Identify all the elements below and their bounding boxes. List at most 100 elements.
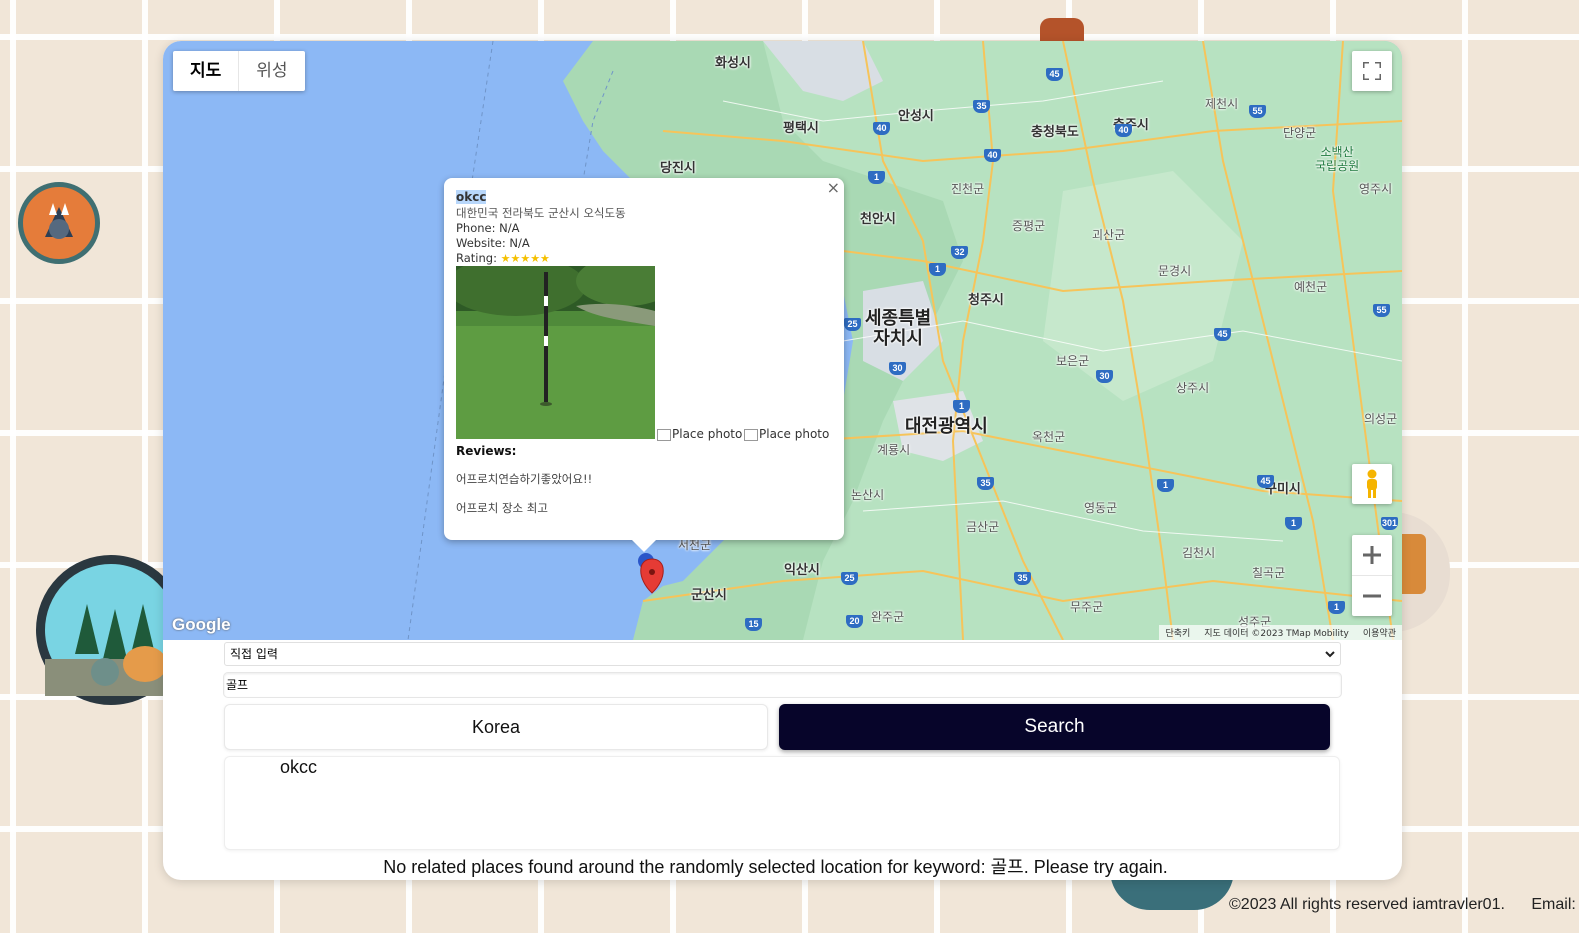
city-label: 화성시 xyxy=(715,56,751,71)
highway-shield-icon: 35 xyxy=(973,100,990,113)
highway-shield-icon: 45 xyxy=(1046,68,1063,81)
city-label: 익산시 xyxy=(784,563,820,578)
minus-icon xyxy=(1363,594,1381,598)
street-view-pegman[interactable] xyxy=(1352,464,1392,504)
city-label: 금산군 xyxy=(966,520,1000,534)
city-label: 무주군 xyxy=(1070,600,1104,614)
copyright-text: ©2023 All rights reserved iamtravler01. xyxy=(1229,896,1505,913)
city-label: 문경시 xyxy=(1158,264,1192,278)
sejong-label: 세종특별 자치시 xyxy=(865,308,932,349)
map-attribution: 단축키 지도 데이터 ©2023 TMap Mobility 이용약관 xyxy=(1159,625,1402,640)
highway-shield-icon: 1 xyxy=(1328,601,1345,614)
photo-placeholder-1[interactable]: Place photo xyxy=(657,427,742,441)
zoom-control xyxy=(1352,535,1392,616)
highway-shield-icon: 40 xyxy=(1115,124,1132,137)
city-label: 단양군 xyxy=(1283,126,1317,140)
highway-shield-icon: 30 xyxy=(1096,370,1113,383)
city-label: 완주군 xyxy=(871,610,905,624)
fullscreen-button[interactable] xyxy=(1352,51,1392,91)
highway-shield-icon: 25 xyxy=(841,572,858,585)
city-label: 영동군 xyxy=(1084,501,1118,515)
highway-shield-icon: 20 xyxy=(846,615,863,628)
city-label: 보은군 xyxy=(1056,354,1090,368)
highway-shield-icon: 45 xyxy=(1214,328,1231,341)
city-label: 김천시 xyxy=(1182,546,1216,560)
highway-shield-icon: 35 xyxy=(977,477,994,490)
place-phone: Phone: N/A xyxy=(456,221,520,235)
city-label: 증평군 xyxy=(1012,219,1046,233)
city-label: 괴산군 xyxy=(1092,228,1126,242)
highway-shield-icon: 1 xyxy=(929,263,946,276)
daejeon-label: 대전광역시 xyxy=(905,416,988,437)
reviews-label: Reviews: xyxy=(456,444,517,458)
place-address: 대한민국 전라북도 군산시 오식도동 xyxy=(456,206,626,220)
keyword-input[interactable]: 골프 xyxy=(223,672,1342,698)
search-button[interactable]: Search xyxy=(779,704,1330,750)
map-type-control[interactable]: 지도 위성 xyxy=(173,51,305,91)
city-label: 칠곡군 xyxy=(1252,566,1286,580)
city-label: 상주시 xyxy=(1176,381,1210,395)
city-label: 진천군 xyxy=(951,182,985,196)
place-photo[interactable] xyxy=(456,266,655,439)
highway-shield-icon: 15 xyxy=(745,618,762,631)
plus-icon xyxy=(1363,546,1381,564)
city-label: 옥천군 xyxy=(1032,430,1066,444)
review-2: 어프로치 장소 최고 xyxy=(456,501,548,515)
highway-shield-icon: 55 xyxy=(1373,304,1390,317)
city-label: 논산시 xyxy=(851,488,885,502)
city-label: 충청북도 xyxy=(1031,125,1079,140)
highway-shield-icon: 30 xyxy=(889,362,906,375)
place-website: Website: N/A xyxy=(456,236,530,250)
email-text[interactable]: Email: ia xyxy=(1531,896,1579,913)
fox-icon xyxy=(45,203,73,239)
highway-shield-icon: 1 xyxy=(953,400,970,413)
category-select[interactable]: 직접 입력 xyxy=(224,642,1341,666)
terms-link[interactable]: 이용약관 xyxy=(1363,626,1396,639)
map-type-roadmap[interactable]: 지도 xyxy=(173,51,240,91)
highway-shield-icon: 40 xyxy=(984,149,1001,162)
fox-camp-sticker xyxy=(18,182,100,264)
footer: ©2023 All rights reserved iamtravler01. … xyxy=(1229,896,1579,914)
city-label: 평택시 xyxy=(783,121,819,136)
sobaeksan-park-label: 소백산 국립공원 xyxy=(1315,145,1360,173)
photo-placeholder-2[interactable]: Place photo xyxy=(744,427,829,441)
rating-stars-icon: ★★★★★ xyxy=(500,252,550,265)
status-message: No related places found around the rando… xyxy=(383,857,1168,877)
city-label: 천안시 xyxy=(860,212,896,227)
city-label: 의성군 xyxy=(1364,412,1398,426)
highway-shield-icon: 35 xyxy=(1014,572,1031,585)
zoom-in-button[interactable] xyxy=(1352,535,1392,576)
review-1: 어프로치연습하기좋았어요!! xyxy=(456,472,593,486)
highway-shield-icon: 40 xyxy=(873,122,890,135)
info-window: × okcc 대한민국 전라북도 군산시 오식도동 Phone: N/A Web… xyxy=(444,178,844,552)
fullscreen-icon xyxy=(1363,62,1381,80)
category-select-value: 직접 입력 xyxy=(230,647,278,661)
rating-label: Rating: xyxy=(456,251,497,265)
google-map[interactable]: 지도 위성 화성시평택시안성시충청북도충주시제천시단양군당진시진천군 xyxy=(163,41,1402,640)
result-item[interactable]: okcc xyxy=(280,757,317,778)
results-list: okcc xyxy=(224,756,1340,850)
city-label: 영주시 xyxy=(1359,182,1393,196)
highway-shield-icon: 32 xyxy=(951,246,968,259)
close-icon[interactable]: × xyxy=(827,178,840,197)
highway-shield-icon: 1 xyxy=(868,171,885,184)
google-logo: Google xyxy=(172,615,231,634)
map-type-satellite[interactable]: 위성 xyxy=(239,51,304,91)
popup-tail xyxy=(631,539,657,552)
highway-shield-icon: 25 xyxy=(844,318,861,331)
keyboard-shortcuts-link[interactable]: 단축키 xyxy=(1165,626,1190,639)
chevron-down-icon xyxy=(1325,643,1335,672)
highway-shield-icon: 1 xyxy=(1157,479,1174,492)
pegman-icon xyxy=(1367,469,1377,498)
city-label: 제천시 xyxy=(1205,97,1239,111)
city-label: 계룡시 xyxy=(877,443,911,457)
city-label: 안성시 xyxy=(898,109,934,124)
highway-shield-icon: 45 xyxy=(1257,475,1274,488)
forest-icon xyxy=(45,604,177,699)
zoom-out-button[interactable] xyxy=(1352,576,1392,616)
city-label: 청주시 xyxy=(968,293,1004,308)
korea-button[interactable]: Korea xyxy=(224,704,768,750)
highway-shield-icon: 1 xyxy=(1285,517,1302,530)
highway-shield-icon: 55 xyxy=(1249,105,1266,118)
map-data-credit: 지도 데이터 ©2023 TMap Mobility xyxy=(1204,629,1349,639)
